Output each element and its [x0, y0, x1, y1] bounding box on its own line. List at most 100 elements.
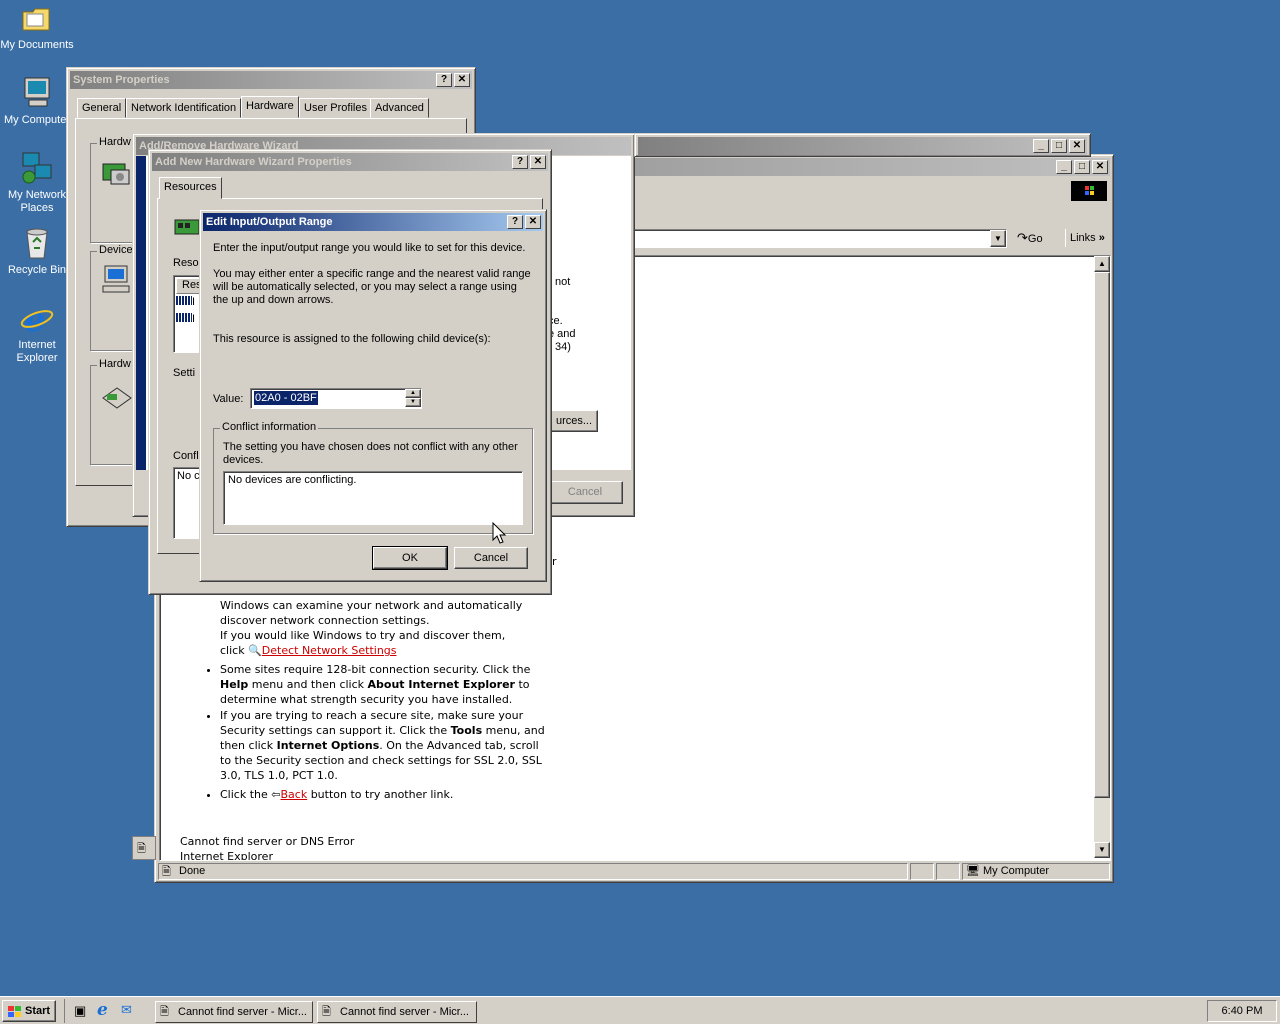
- conflicting-devices-box: No devices are conflicting.: [223, 471, 523, 525]
- desktop-icon-my-computer[interactable]: My Computer: [0, 76, 74, 128]
- ok-button[interactable]: OK: [372, 546, 448, 570]
- text-fragment: click: [220, 644, 245, 657]
- conflict-information-group: Conflict information The setting you hav…: [213, 421, 533, 534]
- close-button[interactable]: ✕: [1092, 160, 1108, 174]
- vertical-scrollbar[interactable]: ▲ ▼: [1094, 256, 1110, 858]
- scroll-up-button[interactable]: ▲: [1094, 256, 1110, 272]
- address-bar[interactable]: ▼: [631, 229, 1007, 248]
- spin-down-button[interactable]: ▼: [405, 398, 421, 407]
- windows-logo-icon: [8, 1006, 21, 1017]
- close-button[interactable]: ✕: [525, 215, 541, 229]
- text-line: determine what strength security you hav…: [220, 693, 513, 706]
- list-item[interactable]: I: [176, 313, 195, 325]
- list-item-label: I: [192, 296, 196, 308]
- go-label: Go: [1027, 233, 1043, 245]
- tab-general[interactable]: General: [77, 98, 127, 118]
- back-link[interactable]: Back: [280, 788, 307, 801]
- help-bullets: Some sites require 128-bit connection se…: [206, 662, 626, 802]
- minimize-button[interactable]: _: [1056, 160, 1072, 174]
- page-icon: 🗎: [137, 843, 146, 855]
- help-button[interactable]: ?: [507, 215, 523, 229]
- outlook-express-icon[interactable]: ✉: [121, 1002, 132, 1018]
- detect-network-settings-link[interactable]: Detect Network Settings: [262, 644, 397, 657]
- list-item-label: I: [192, 313, 196, 325]
- maximize-button[interactable]: □: [1074, 160, 1090, 174]
- desktop-icon-my-network-places[interactable]: My Network Places: [0, 151, 74, 215]
- tab-hardware[interactable]: Hardware: [241, 96, 299, 118]
- desktop-icon-label: My Computer: [3, 114, 71, 126]
- go-button[interactable]: ↷Go: [1017, 229, 1057, 247]
- start-button[interactable]: Start: [2, 1000, 56, 1022]
- text-fragment: . On the Advanced tab, scroll: [379, 739, 539, 752]
- ie-page-icon: 🗎: [322, 1006, 331, 1018]
- zone-text: My Computer: [983, 865, 1050, 877]
- minimize-button[interactable]: _: [1033, 139, 1049, 153]
- desktop-icon-recycle-bin[interactable]: Recycle Bin: [0, 226, 74, 278]
- desktop-icon-my-documents[interactable]: My Documents: [0, 2, 74, 54]
- scroll-down-button[interactable]: ▼: [1094, 842, 1110, 858]
- maximize-button[interactable]: □: [1051, 139, 1067, 153]
- text-fragment: menu and then click: [248, 678, 368, 691]
- links-button[interactable]: Links »: [1065, 229, 1111, 247]
- show-desktop-icon[interactable]: ▣: [74, 1003, 86, 1019]
- conflict-text: No c: [177, 470, 200, 482]
- ie-quicklaunch-icon[interactable]: e: [97, 1000, 108, 1020]
- value-spin-input[interactable]: 02A0 - 02BF ▲ ▼: [250, 388, 422, 409]
- text-line: If you would like Windows to try and dis…: [220, 629, 506, 642]
- taskbar-button-ie-1[interactable]: 🗎 Cannot find server - Micr...: [155, 1001, 313, 1023]
- desktop-icon-internet-explorer[interactable]: e Internet Explorer: [0, 301, 74, 365]
- title-bar: Add New Hardware Wizard Properties ? ✕: [152, 153, 548, 171]
- wizard-cancel-button[interactable]: Cancel: [547, 481, 623, 504]
- tab-user-profiles[interactable]: User Profiles: [299, 98, 372, 118]
- scroll-thumb[interactable]: [1094, 272, 1110, 798]
- clock[interactable]: 6:40 PM: [1222, 1005, 1263, 1017]
- spin-up-button[interactable]: ▲: [405, 389, 421, 398]
- desktop-icon-label: My Network Places: [7, 189, 67, 214]
- detect-network-icon: 🔍: [248, 644, 262, 657]
- help-button[interactable]: ?: [512, 155, 528, 169]
- taskbar: Start ▣ e ✉ 🗎 Cannot find server - Micr..…: [0, 996, 1280, 1024]
- wizard-text-fragment: 34): [555, 341, 571, 353]
- text-line: Cannot find server or DNS Error: [180, 835, 355, 848]
- title-bar: Edit Input/Output Range ? ✕: [203, 213, 543, 231]
- title-bar: _ □ ✕: [638, 137, 1087, 155]
- status-bar: 🗎 Done 🖥 My Computer: [158, 863, 1110, 881]
- tab-network-identification[interactable]: Network Identification: [126, 98, 242, 118]
- text-bold: Internet Options: [276, 739, 380, 752]
- setting-based-on-label: Setti: [173, 367, 196, 379]
- status-text-pane: 🗎 Done: [158, 863, 908, 880]
- text-line: Internet Explorer: [180, 850, 273, 861]
- resources-button[interactable]: urces...: [550, 410, 598, 432]
- value-text[interactable]: 02A0 - 02BF: [254, 391, 318, 405]
- value-label: Value:: [213, 393, 244, 405]
- cancel-button[interactable]: Cancel: [454, 547, 528, 569]
- text-fragment: then click: [220, 739, 277, 752]
- group-label: Hardw: [97, 358, 133, 370]
- computer-zone-icon: 🖥: [966, 865, 980, 877]
- taskbar-button-ie-2[interactable]: 🗎 Cannot find server - Micr...: [317, 1001, 477, 1023]
- desktop-icon-label: Recycle Bin: [7, 264, 67, 276]
- text-line: 3.0, TLS 1.0, PCT 1.0.: [220, 769, 338, 782]
- window-title: System Properties: [73, 74, 170, 86]
- title-bar: System Properties ? ✕: [70, 71, 472, 89]
- tab-resources[interactable]: Resources: [159, 177, 222, 199]
- text-fragment: Click the: [220, 788, 268, 801]
- close-button[interactable]: ✕: [1069, 139, 1085, 153]
- dialog-title: Edit Input/Output Range: [206, 216, 333, 228]
- close-button[interactable]: ✕: [454, 73, 470, 87]
- tab-strip: General Network Identification Hardware …: [75, 96, 469, 118]
- start-label: Start: [25, 1005, 51, 1017]
- folder-icon: [22, 8, 50, 31]
- tab-advanced[interactable]: Advanced: [370, 98, 429, 118]
- text-line: Help menu and then click About Internet …: [220, 677, 626, 692]
- close-button[interactable]: ✕: [530, 155, 546, 169]
- list-item[interactable]: I: [176, 296, 195, 308]
- windows-logo-icon: [1085, 186, 1094, 195]
- text-line: If you are trying to reach a secure site…: [220, 709, 524, 722]
- text-line: then click Internet Options. On the Adva…: [220, 738, 626, 753]
- text-fragment: button to try another link.: [310, 788, 454, 801]
- help-button[interactable]: ?: [436, 73, 452, 87]
- wizard-side-panel: [136, 156, 146, 470]
- address-dropdown-button[interactable]: ▼: [990, 230, 1006, 247]
- text-fragment: to: [514, 678, 530, 691]
